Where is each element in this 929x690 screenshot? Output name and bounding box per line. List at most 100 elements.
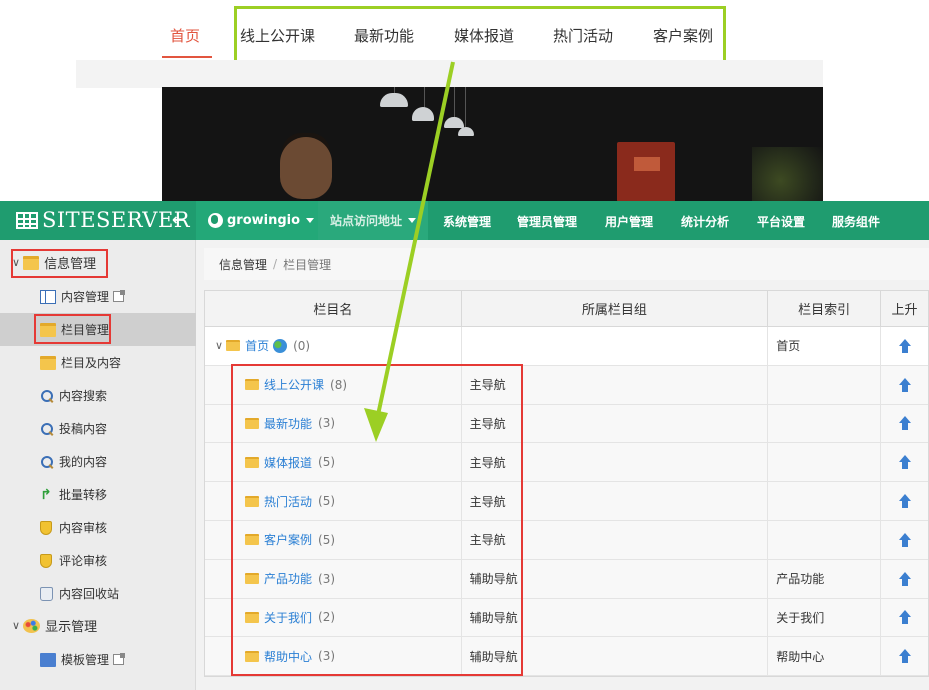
external-link-icon[interactable] (113, 290, 126, 302)
sidebar-item-label: 模板管理 (61, 653, 110, 667)
arrow-up-icon[interactable] (898, 455, 911, 470)
menu-admins[interactable]: 管理员管理 (517, 213, 577, 230)
banner-screen (617, 142, 675, 202)
move-up-cell (881, 637, 928, 675)
speaker-photo (280, 137, 332, 199)
nav-active-underline (162, 56, 212, 58)
shield-icon (40, 520, 52, 535)
channel-index-cell (768, 404, 882, 443)
sidebar-item-channels-content[interactable]: 栏目及内容 (0, 346, 196, 379)
channel-name-cell: ∨ 首页 (0) (205, 327, 462, 365)
sidebar-item-templates[interactable]: 模板管理 (0, 643, 196, 676)
move-up-cell (881, 443, 928, 481)
move-up-cell (881, 366, 928, 404)
sidebar-item-label: 投稿内容 (59, 422, 108, 436)
external-link-icon[interactable] (113, 653, 126, 665)
arrow-up-icon[interactable] (898, 416, 911, 431)
chevron-down-icon (408, 218, 417, 223)
ceiling-lamp (412, 107, 434, 121)
chevron-down-icon[interactable]: ∨ (12, 619, 20, 632)
banner-plant (752, 147, 823, 203)
sidebar-item-label: 我的内容 (59, 455, 108, 469)
menu-system[interactable]: 系统管理 (443, 213, 491, 230)
table-row: ∨ 首页 (0) 首页 (205, 327, 928, 366)
sidebar-item-label: 内容审核 (59, 521, 108, 535)
sidebar-item-search[interactable]: 内容搜索 (0, 379, 196, 412)
sidebar-group-label: 显示管理 (45, 620, 98, 635)
arrow-up-icon[interactable] (898, 532, 911, 547)
column-header-group: 所属栏目组 (462, 291, 769, 326)
menu-analytics[interactable]: 统计分析 (681, 213, 729, 230)
arrow-up-icon[interactable] (898, 649, 911, 664)
sidebar-item-label: 评论审核 (59, 554, 108, 568)
columns-icon (40, 289, 56, 304)
sidebar-group-display[interactable]: ∨ 显示管理 (0, 609, 196, 642)
folder-icon (226, 340, 241, 352)
sidebar-item-comment-review[interactable]: 评论审核 (0, 544, 196, 577)
arrow-icon: ↱ (40, 486, 52, 503)
sidebar-item-submissions[interactable]: 投稿内容 (0, 412, 196, 445)
lamp-cord (424, 87, 425, 109)
site-url-menu[interactable]: 站点访问地址 (318, 201, 429, 240)
site-url-label: 站点访问地址 (330, 214, 403, 228)
sidebar-item-content-review[interactable]: 内容审核 (0, 511, 196, 544)
folder-icon (40, 355, 56, 370)
sidebar-item-my-content[interactable]: 我的内容 (0, 445, 196, 478)
sidebar-item-content[interactable]: 内容管理 (0, 280, 196, 313)
sidebar-item-label: 内容管理 (61, 290, 110, 304)
channel-index-cell: 帮助中心 (768, 637, 882, 676)
sidebar-item-label: 内容回收站 (59, 587, 120, 601)
breadcrumb-item[interactable]: 信息管理 (219, 256, 267, 273)
search-icon (40, 422, 54, 436)
sidebar: ∨ 信息管理 内容管理 栏目管理 栏目及内容 内容搜索 投稿内容 我的内容 ↱ … (0, 240, 196, 690)
annotation-red-box (11, 249, 108, 278)
sidebar-item-label: 批量转移 (59, 488, 108, 502)
globe-icon[interactable] (273, 338, 288, 353)
chevron-down-icon[interactable]: ∨ (215, 339, 223, 352)
content-count: (0) (293, 338, 311, 353)
ceiling-lamp (380, 93, 408, 107)
annotation-red-box (34, 314, 111, 344)
channel-index-cell (768, 365, 882, 404)
search-icon (40, 389, 54, 403)
menu-users[interactable]: 用户管理 (605, 213, 653, 230)
app-logo[interactable]: SITESERVER (42, 208, 190, 232)
sidebar-item-label: 内容搜索 (59, 389, 108, 403)
palette-icon (23, 618, 41, 633)
sidebar-item-label: 栏目及内容 (61, 356, 122, 370)
ceiling-lamp (458, 127, 474, 136)
breadcrumb-separator: / (273, 257, 278, 271)
website-nav: 首页 线上公开课 最新功能 媒体报道 热门活动 客户案例 (0, 0, 929, 65)
banner-screen-glow (634, 157, 660, 171)
sidebar-item-recycle-bin[interactable]: 内容回收站 (0, 577, 196, 610)
chevron-down-icon (306, 218, 315, 223)
menu-services[interactable]: 服务组件 (832, 213, 880, 230)
arrow-up-icon[interactable] (898, 494, 911, 509)
admin-topbar: SITESERVER ← growingio 站点访问地址 系统管理 管理员管理… (0, 201, 929, 240)
move-up-cell (881, 405, 928, 443)
column-header-index: 栏目索引 (768, 291, 882, 326)
menu-platform[interactable]: 平台设置 (757, 213, 805, 230)
ceiling-lamp (444, 117, 464, 128)
site-selector[interactable]: growingio (196, 201, 327, 240)
breadcrumb-item-current: 栏目管理 (283, 257, 332, 272)
arrow-up-icon[interactable] (898, 610, 911, 625)
arrow-up-icon[interactable] (898, 377, 911, 392)
sidebar-item-batch-move[interactable]: ↱ 批量转移 (0, 478, 196, 511)
annotation-red-box (231, 364, 523, 676)
arrow-up-icon[interactable] (898, 571, 911, 586)
recycle-icon (40, 586, 53, 601)
arrow-up-icon[interactable] (898, 338, 911, 353)
move-up-cell (881, 599, 928, 637)
channel-name-link[interactable]: 首页 (245, 337, 269, 354)
search-icon (40, 455, 54, 469)
channel-index-cell (768, 482, 882, 520)
collapse-sidebar-icon[interactable]: ← (172, 210, 185, 229)
channel-index-cell: 关于我们 (768, 598, 882, 637)
template-icon (40, 652, 56, 667)
website-banner-image (162, 87, 823, 203)
table-header: 栏目名 所属栏目组 栏目索引 上升 (205, 291, 928, 327)
nav-home-link[interactable]: 首页 (170, 25, 200, 46)
site-name: growingio (227, 213, 301, 228)
move-up-cell (881, 482, 928, 520)
